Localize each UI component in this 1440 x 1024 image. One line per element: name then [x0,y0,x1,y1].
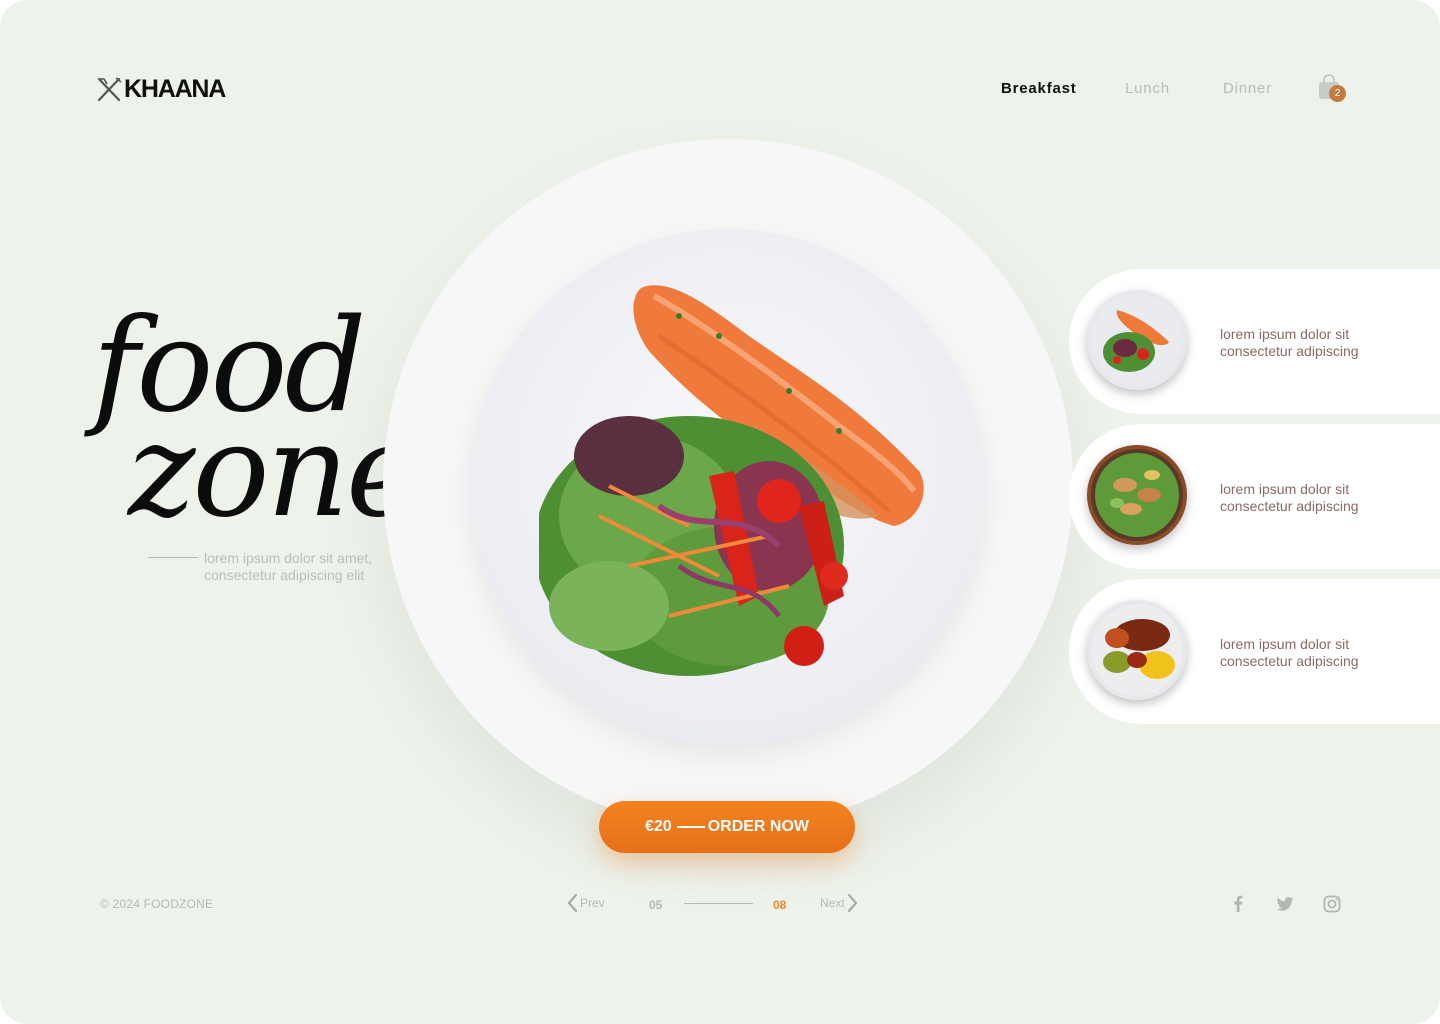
hero-title: food zone [92,303,422,546]
side-card-3-line1: lorem ipsum dolor sit [1220,636,1350,652]
pager-current: 05 [649,898,663,912]
hero-title-line2: zone [128,397,422,546]
pager-total: 08 [773,898,787,912]
hero-subtitle-line1: lorem ipsum dolor sit amet, [204,550,373,566]
next-label: Next [820,896,845,910]
side-dish-card-3[interactable]: lorem ipsum dolor sit consectetur adipis… [1069,579,1440,724]
dish-thumbnail-grill-platter [1087,600,1187,700]
nav-item-lunch[interactable]: Lunch [1125,80,1170,97]
next-button[interactable]: Next [820,893,859,913]
twitter-icon[interactable] [1275,894,1295,914]
prev-button[interactable]: Prev [566,893,605,913]
side-card-3-line2: consectetur adipiscing [1220,653,1359,669]
prev-label: Prev [580,896,605,910]
pager-progress-line [684,903,753,904]
dish-thumbnail-chicken-salad [1087,445,1187,545]
instagram-icon[interactable] [1322,894,1342,914]
plate-outer [383,139,1073,829]
order-price: €20 [644,818,672,835]
page: KHAANA Breakfast Lunch Dinner 2 food zon… [0,0,1440,1024]
fork-knife-icon [97,77,122,102]
facebook-icon[interactable] [1228,894,1248,914]
side-dish-card-1[interactable]: lorem ipsum dolor sit consectetur adipis… [1069,269,1440,414]
side-card-1-line2: consectetur adipiscing [1220,343,1359,359]
divider [148,557,198,558]
side-card-2-line1: lorem ipsum dolor sit [1220,481,1350,497]
cart-count-badge: 2 [1329,85,1346,102]
order-now-button[interactable]: €20 ORDER NOW [599,801,855,853]
brand-name: KHAANA [124,74,226,103]
chevron-right-icon [847,893,858,913]
divider [676,826,705,828]
hero-subtitle: lorem ipsum dolor sit amet, consectetur … [148,550,372,584]
dish-thumbnail-salmon [1087,290,1187,390]
order-label: ORDER NOW [707,818,810,835]
brand-logo[interactable]: KHAANA [96,74,226,104]
salmon-salad-image [539,285,924,676]
side-card-2-line2: consectetur adipiscing [1220,498,1359,514]
hero-subtitle-line2: consectetur adipiscing elit [204,567,365,583]
chevron-left-icon [567,893,578,913]
copyright: © 2024 FOODZONE [100,897,214,911]
nav-item-breakfast[interactable]: Breakfast [1001,80,1077,97]
cart-button[interactable]: 2 [1317,74,1349,104]
side-dish-card-2[interactable]: lorem ipsum dolor sit consectetur adipis… [1069,424,1440,569]
side-card-1-line1: lorem ipsum dolor sit [1220,326,1350,342]
nav-item-dinner[interactable]: Dinner [1223,80,1272,97]
